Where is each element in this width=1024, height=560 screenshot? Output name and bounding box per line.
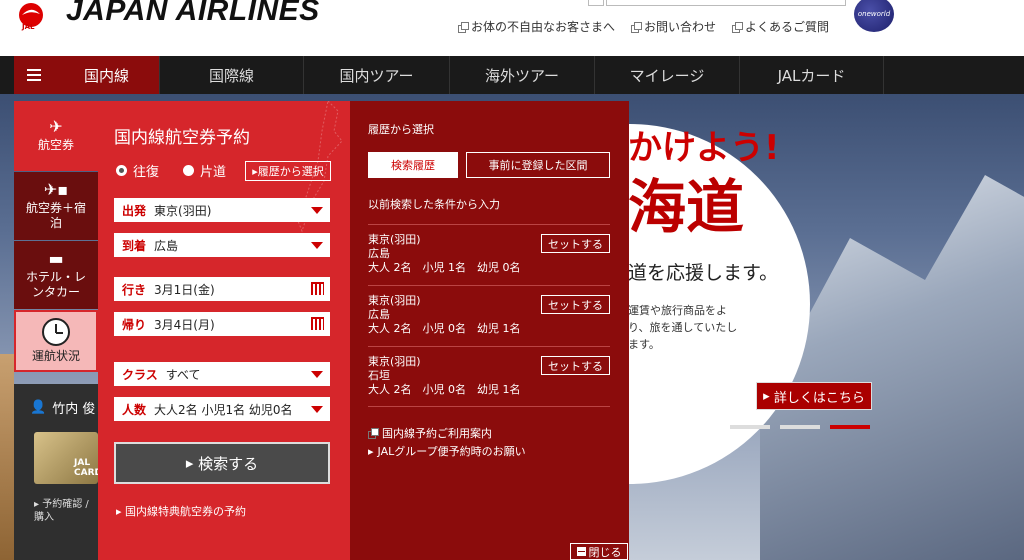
history-route-item: 東京(羽田) 広島 大人 2名 小児 1名 幼児 0名 xyxy=(368,233,521,274)
external-link-icon xyxy=(368,428,379,439)
hero-left-image xyxy=(0,354,14,560)
plane-hotel-icon: ✈▪ xyxy=(43,179,69,199)
utility-links: お体の不自由なお客さまへ お問い合わせ よくあるご質問 xyxy=(458,18,829,35)
departure-select[interactable]: 出発 東京(羽田) xyxy=(114,198,330,222)
user-icon: 👤 xyxy=(30,400,47,415)
external-link-icon xyxy=(631,21,643,33)
chevron-down-icon xyxy=(311,406,323,413)
nav-domestic-tour[interactable]: 国内ツアー xyxy=(304,56,450,94)
set-route-button[interactable]: セットする xyxy=(541,234,610,253)
hero-body: 運賃や旅行商品をより、旅を通していたします。 xyxy=(628,304,738,351)
carousel-dots xyxy=(730,425,870,429)
hero-subtitle: 道を応援します。 xyxy=(628,262,779,284)
tab-flight-status[interactable]: 運航状況 xyxy=(14,310,98,372)
calendar-icon[interactable] xyxy=(311,317,324,330)
site-header: JAL JAPAN AIRLINES お体の不自由なお客さまへ お問い合わせ よ… xyxy=(0,0,1024,56)
divider xyxy=(368,406,610,407)
booking-title: 国内線航空券予約 xyxy=(114,128,250,148)
tab-registered-routes[interactable]: 事前に登録した区間 xyxy=(466,152,610,178)
divider xyxy=(368,346,610,347)
set-route-button[interactable]: セットする xyxy=(541,295,610,314)
trip-type: 往復 片道 xyxy=(116,161,226,180)
menu-button[interactable] xyxy=(14,56,54,94)
jal-card-image: JAL CARD xyxy=(34,432,102,484)
set-route-button[interactable]: セットする xyxy=(541,356,610,375)
history-title: 履歴から選択 xyxy=(368,123,434,136)
plane-icon: ✈ xyxy=(49,117,63,136)
nav-jal-card[interactable]: JALカード xyxy=(740,56,884,94)
passengers-select[interactable]: 人数 大人2名 小児1名 幼児0名 xyxy=(114,397,330,421)
history-note: 以前検索した条件から入力 xyxy=(368,198,500,211)
tab-search-history[interactable]: 検索履歴 xyxy=(368,152,458,178)
tab-flight-hotel[interactable]: ✈▪ 航空券＋宿泊 xyxy=(14,172,98,240)
arrival-select[interactable]: 到着 広島 xyxy=(114,233,330,257)
carousel-dot-active[interactable] xyxy=(830,425,870,429)
search-toggle[interactable] xyxy=(588,0,604,6)
main-nav: 国内線 国際線 国内ツアー 海外ツアー マイレージ JALカード xyxy=(0,56,1024,94)
history-route-item: 東京(羽田) 石垣 大人 2名 小児 0名 幼児 1名 xyxy=(368,355,521,396)
member-name[interactable]: 👤 竹内 俊 xyxy=(30,398,95,417)
nav-international[interactable]: 国際線 xyxy=(160,56,304,94)
chevron-down-icon xyxy=(311,207,323,214)
history-route-item: 東京(羽田) 広島 大人 2名 小児 0名 幼児 1名 xyxy=(368,294,521,335)
external-link-icon xyxy=(458,21,469,33)
one-way-radio[interactable] xyxy=(183,165,195,176)
domestic-guide-link[interactable]: 国内線予約ご利用案内 xyxy=(368,425,492,441)
divider xyxy=(368,224,610,225)
close-button[interactable]: 閉じる xyxy=(570,543,628,560)
oneworld-logo[interactable]: oneworld xyxy=(854,0,894,32)
clock-icon xyxy=(42,318,70,346)
logo-text: JAL xyxy=(22,23,35,31)
tab-hotel-car[interactable]: ▬ ホテル・レンタカー xyxy=(14,241,98,309)
history-select-button[interactable]: ▸ 履歴から選択 xyxy=(245,161,331,181)
external-link-icon xyxy=(732,21,744,33)
brand-name[interactable]: JAPAN AIRLINES xyxy=(66,0,320,28)
divider xyxy=(368,285,610,286)
outbound-date-field[interactable]: 行き 3月1日(金) xyxy=(114,277,330,301)
nav-overseas-tour[interactable]: 海外ツアー xyxy=(450,56,595,94)
reservation-link[interactable]: ▸ 予約確認 / 購入 xyxy=(34,498,98,524)
return-date-field[interactable]: 帰り 3月4日(月) xyxy=(114,312,330,336)
contact-link[interactable]: お問い合わせ xyxy=(631,18,716,35)
search-input[interactable] xyxy=(606,0,846,6)
class-select[interactable]: クラス すべて xyxy=(114,362,330,386)
accessibility-link[interactable]: お体の不自由なお客さまへ xyxy=(458,18,615,35)
calendar-icon[interactable] xyxy=(311,282,324,295)
chevron-down-icon xyxy=(311,371,323,378)
hero-details-button[interactable]: ▸ 詳しくはこちら xyxy=(756,382,872,410)
chevron-down-icon xyxy=(311,242,323,249)
hero-headline-2: 海道 xyxy=(628,173,745,241)
nav-mileage[interactable]: マイレージ xyxy=(595,56,740,94)
carousel-dot[interactable] xyxy=(730,425,770,429)
nav-domestic[interactable]: 国内線 xyxy=(54,56,160,94)
minus-icon xyxy=(576,547,586,556)
faq-link[interactable]: よくあるご質問 xyxy=(732,18,829,35)
tab-flight[interactable]: ✈ 航空券 xyxy=(14,101,98,171)
history-panel: 履歴から選択 検索履歴 事前に登録した区間 以前検索した条件から入力 東京(羽田… xyxy=(350,101,629,560)
round-trip-radio[interactable] xyxy=(116,165,127,176)
carousel-dot[interactable] xyxy=(780,425,820,429)
search-button[interactable]: ▸ 検索する xyxy=(114,442,330,484)
member-box: 👤 竹内 俊 JAL CARD ▸ 予約確認 / 購入 xyxy=(14,384,102,560)
hotel-car-icon: ▬ xyxy=(48,248,64,268)
booking-panel: 国内線航空券予約 往復 片道 ▸ 履歴から選択 出発 東京(羽田) 到着 広島 行… xyxy=(98,101,350,560)
award-ticket-link[interactable]: ▸ 国内線特典航空券の予約 xyxy=(116,503,246,519)
group-notice-link[interactable]: ▸ JALグループ便予約時のお願い xyxy=(368,443,526,459)
